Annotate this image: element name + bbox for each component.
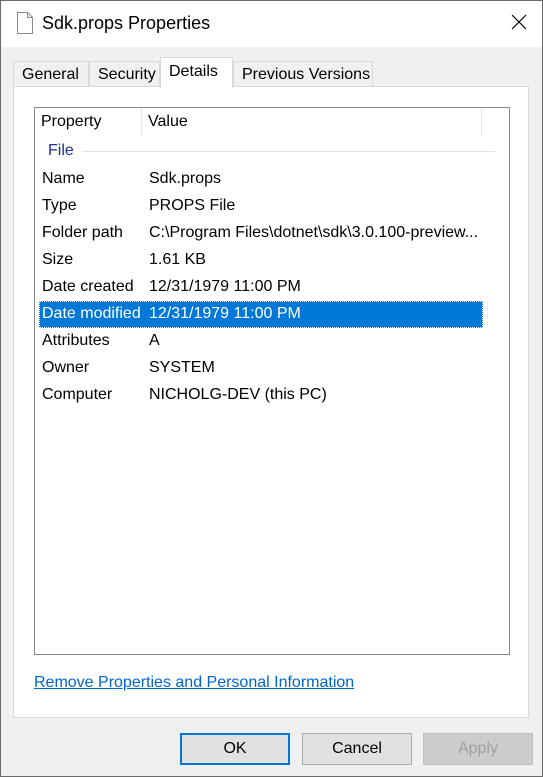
title-bar: Sdk.props Properties [1,1,542,47]
row-value: 1.61 KB [149,251,206,268]
window-title: Sdk.props Properties [42,13,211,33]
row-value: A [149,332,160,349]
ok-button[interactable]: OK [180,733,290,765]
properties-dialog: Sdk.props Properties General Security De… [0,0,543,777]
row-value: NICHOLG-DEV (this PC) [149,386,327,403]
details-panel: Property Value File Name Sdk.props Type … [13,86,529,718]
group-header-file: File [48,140,495,162]
row-property: Attributes [42,332,110,349]
cancel-button[interactable]: Cancel [302,733,412,765]
row-property: Date created [42,278,134,295]
row-property: Type [42,197,77,214]
row-value: 12/31/1979 11:00 PM [149,278,301,295]
apply-button[interactable]: Apply [423,733,533,765]
group-divider [48,151,495,152]
row-property: Name [42,170,85,187]
close-icon [511,14,527,35]
table-row[interactable]: Name Sdk.props [39,166,483,193]
column-header: Property Value [35,108,509,136]
row-property: Date modified [42,305,141,322]
table-row[interactable]: Size 1.61 KB [39,247,483,274]
tab-details[interactable]: Details [160,57,233,88]
details-list[interactable]: Property Value File Name Sdk.props Type … [34,107,510,655]
table-row[interactable]: Folder path C:\Program Files\dotnet\sdk\… [39,220,483,247]
row-value: C:\Program Files\dotnet\sdk\3.0.100-prev… [149,224,479,241]
document-icon [16,12,34,34]
column-header-property[interactable]: Property [35,108,142,136]
table-row[interactable]: Computer NICHOLG-DEV (this PC) [39,382,483,409]
row-value: Sdk.props [149,170,222,187]
tab-general[interactable]: General [13,61,89,87]
remove-properties-link[interactable]: Remove Properties and Personal Informati… [34,674,354,692]
row-value: SYSTEM [149,359,215,376]
row-value: PROPS File [149,197,236,214]
close-button[interactable] [496,1,542,47]
table-row[interactable]: Type PROPS File [39,193,483,220]
row-property: Folder path [42,224,123,241]
table-row[interactable]: Date created 12/31/1979 11:00 PM [39,274,483,301]
row-property: Size [42,251,74,268]
tab-previous-versions[interactable]: Previous Versions [233,61,373,87]
table-row-selected[interactable]: Date modified 12/31/1979 11:00 PM [39,301,483,328]
column-header-value[interactable]: Value [142,108,482,136]
table-row[interactable]: Owner SYSTEM [39,355,483,382]
property-rows: Name Sdk.props Type PROPS File Folder pa… [39,166,483,409]
tab-security[interactable]: Security [89,61,160,87]
row-value: 12/31/1979 11:00 PM [149,305,301,322]
row-property: Computer [42,386,113,403]
table-row[interactable]: Attributes A [39,328,483,355]
row-property: Owner [42,359,90,376]
group-label: File [48,140,82,162]
